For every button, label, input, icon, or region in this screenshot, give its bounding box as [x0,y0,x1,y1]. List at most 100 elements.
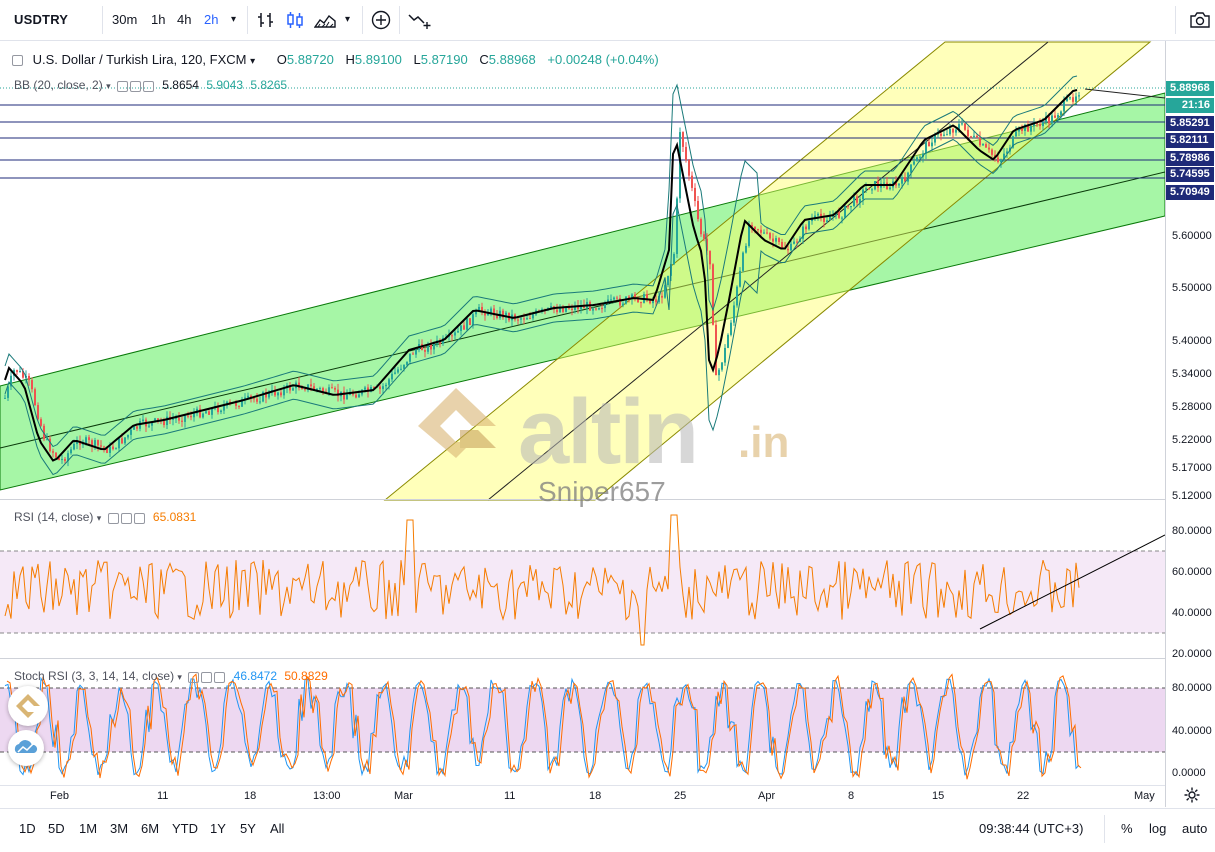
bottom-toolbar: 1D 5D 1M 3M 6M YTD 1Y 5Y All 09:38:44 (U… [0,808,1215,852]
rsi-dropdown-icon[interactable]: ▾ [97,513,102,523]
stoch-dropdown-icon[interactable]: ▾ [177,672,182,682]
altin-badge-icon[interactable] [8,686,48,726]
candle-body [331,387,333,389]
candle-body [1069,97,1071,99]
candles-icon[interactable] [285,10,305,30]
candle-body [1051,115,1053,124]
series-title[interactable]: U.S. Dollar / Turkish Lira, 120, FXCM [33,52,247,67]
candle-body [334,388,336,390]
candle-body [883,182,885,184]
toolbar-divider [102,6,103,34]
candle-body [592,308,594,311]
candle-body [793,241,795,244]
bb-lower-value: 5.8265 [250,78,288,92]
candle-body [970,136,972,138]
time-tick: 18 [244,790,257,802]
bb-dropdown-icon[interactable]: ▾ [106,81,111,91]
range-1m[interactable]: 1M [79,809,97,849]
candle-body [424,350,426,352]
candle-body [562,308,564,312]
candle-body [412,353,414,355]
open-label: O [276,52,287,67]
candle-body [919,156,921,158]
range-5d[interactable]: 5D [48,809,65,849]
settings-icon[interactable] [1183,786,1201,804]
bb-label[interactable]: BB (20, close, 2) [14,78,103,92]
add-icon[interactable] [371,10,391,30]
stoch-tick: 0.0000 [1172,767,1206,779]
candle-body [787,248,789,251]
camera-icon[interactable] [1189,11,1211,29]
rsi-label[interactable]: RSI (14, close) [14,510,93,524]
stoch-settings-icons[interactable] [188,670,227,684]
candle-body [931,142,933,147]
area-chart-icon[interactable] [314,11,336,29]
bb-basis-value: 5.8654 [162,78,199,92]
candle-body [550,306,552,308]
interval-2h[interactable]: 2h [204,0,218,40]
range-ytd[interactable]: YTD [172,809,198,849]
candle-body [691,175,693,188]
candle-body [760,229,762,233]
candle-body [115,448,117,450]
price-tick: 5.60000 [1172,230,1212,242]
candle-body [868,188,870,190]
range-1y[interactable]: 1Y [210,809,226,849]
hline-label: 5.85291 [1166,116,1214,131]
candle-body [517,319,519,321]
candle-body [943,134,945,136]
candle-body [355,394,357,398]
series-dropdown-icon[interactable]: ▾ [250,56,255,67]
candle-body [478,306,480,311]
candle-body [382,386,384,390]
candle-body [769,233,771,239]
candle-body [727,334,729,348]
interval-dropdown-icon[interactable]: ▾ [231,0,236,40]
log-toggle[interactable]: log [1149,809,1166,849]
range-3m[interactable]: 3M [110,809,128,849]
candle-body [925,142,927,154]
rsi-tick: 60.0000 [1172,566,1212,578]
auto-toggle[interactable]: auto [1182,809,1207,849]
candle-body [730,322,732,335]
candle-body [688,160,690,176]
candle-body [94,440,96,447]
rsi-tick: 40.0000 [1172,607,1212,619]
candle-body [280,392,282,396]
rsi-settings-icons[interactable] [107,511,147,525]
candle-body [889,187,891,190]
interval-4h[interactable]: 4h [177,0,191,40]
bb-settings-icons[interactable] [116,79,156,93]
candle-body [913,161,915,165]
compare-icon[interactable] [408,10,434,30]
candle-body [103,446,105,448]
time-tick: Apr [758,790,776,802]
percent-toggle[interactable]: % [1121,809,1133,849]
range-6m[interactable]: 6M [141,809,159,849]
candle-body [28,375,30,381]
collapse-legend-icon[interactable] [12,55,23,67]
top-toolbar: USDTRY 30m 1h 4h 2h ▾ ▾ [0,0,1215,41]
chart-type-dropdown-icon[interactable]: ▾ [345,0,350,40]
range-all[interactable]: All [270,809,284,849]
candle-body [85,437,87,444]
bars-icon[interactable] [256,11,276,29]
last-price-label: 5.88968 [1166,81,1214,96]
pane-divider[interactable] [0,658,1165,659]
candle-body [1054,115,1056,118]
symbol-search[interactable]: USDTRY [14,0,68,40]
candle-body [247,395,249,398]
range-5y[interactable]: 5Y [240,809,256,849]
candle-body [64,458,66,462]
cloud-badge-icon[interactable] [8,730,44,766]
candle-body [622,303,624,306]
range-1d[interactable]: 1D [19,809,36,849]
stoch-label[interactable]: Stoch RSI (3, 3, 14, 14, close) [14,669,174,683]
candle-body [385,384,387,387]
candle-body [709,250,711,265]
clock[interactable]: 09:38:44 (UTC+3) [979,809,1083,849]
candle-body [454,332,456,336]
interval-30m[interactable]: 30m [112,0,137,40]
interval-1h[interactable]: 1h [151,0,165,40]
candle-body [721,362,723,370]
